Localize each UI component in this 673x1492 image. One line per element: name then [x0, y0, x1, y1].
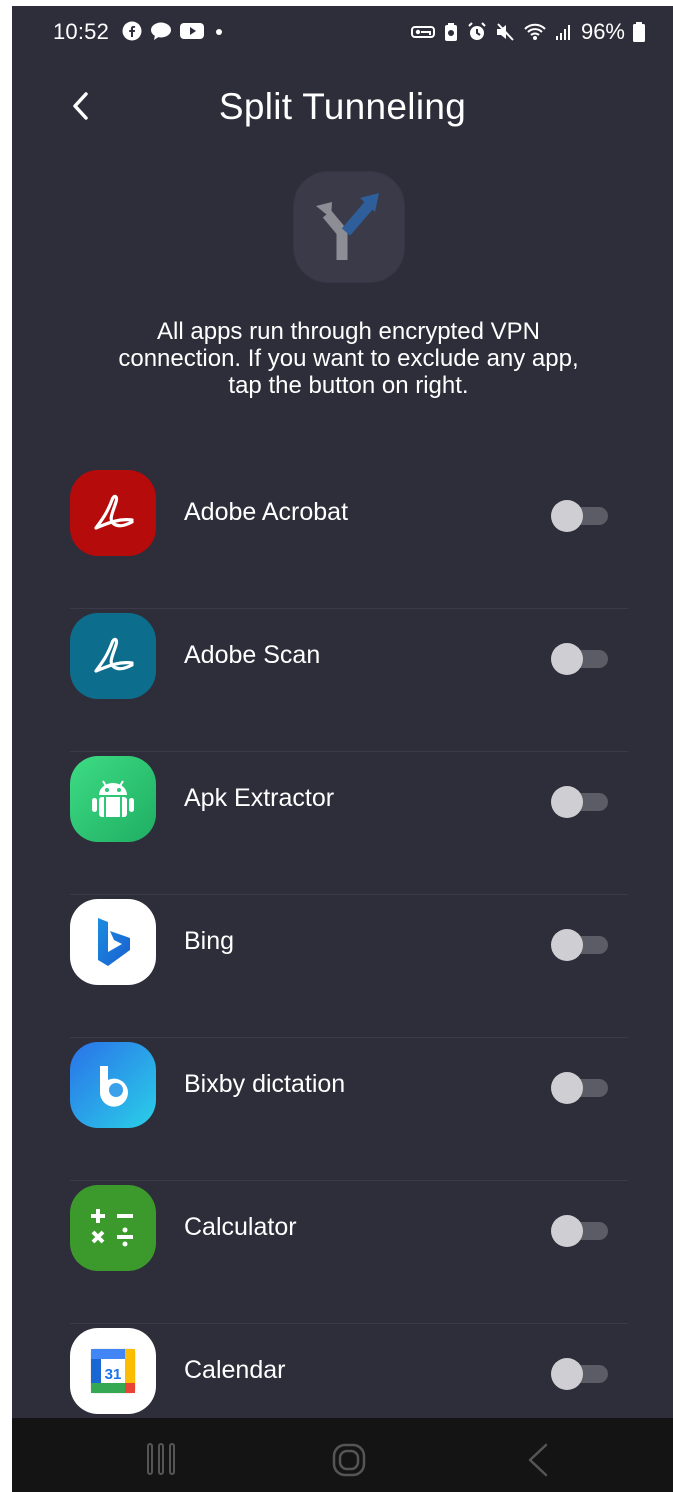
chat-icon — [151, 22, 171, 40]
notification-icons — [122, 21, 226, 41]
system-status: 96% — [410, 19, 645, 45]
calendar-icon: 31 — [70, 1328, 156, 1414]
exclude-toggle[interactable] — [551, 1215, 609, 1247]
wifi-icon — [524, 23, 546, 40]
adobe-acrobat-icon — [70, 470, 156, 556]
calculator-icon — [70, 1185, 156, 1271]
exclude-toggle[interactable] — [551, 1072, 609, 1104]
battery-percent: 96% — [580, 19, 625, 44]
app-name: Adobe Scan — [184, 641, 321, 669]
list-item: Adobe Scan — [12, 609, 673, 752]
app-name: Adobe Acrobat — [184, 498, 349, 526]
calendar-day-label: 31 — [105, 1366, 122, 1383]
page-title: Split Tunneling — [218, 86, 467, 127]
exclude-toggle[interactable] — [551, 500, 609, 532]
split-arrow-icon — [316, 193, 379, 260]
list-item: Calculator — [12, 1181, 673, 1324]
alarm-icon — [468, 22, 486, 40]
youtube-icon — [180, 23, 204, 39]
recent-apps-icon[interactable] — [145, 1442, 177, 1476]
battery-icon — [633, 22, 645, 42]
dot-icon — [216, 29, 222, 35]
app-name: Calendar — [184, 1356, 286, 1384]
apk-extractor-icon — [70, 756, 156, 842]
navigation-bar — [12, 1418, 673, 1492]
signal-icon — [555, 25, 570, 40]
list-item: Bing — [12, 895, 673, 1038]
app-name: Apk Extractor — [184, 784, 335, 812]
hero-tile — [294, 172, 404, 282]
vpn-key-icon — [410, 26, 435, 38]
status-bar: 10:52 96% — [12, 6, 673, 58]
app-name: Calculator — [184, 1213, 297, 1241]
mute-icon — [496, 23, 514, 41]
list-item: Adobe Acrobat — [12, 466, 673, 609]
adobe-scan-icon — [70, 613, 156, 699]
app-name: Bixby dictation — [184, 1070, 346, 1098]
app-list: Adobe Acrobat Adobe Scan Apk Extractor B… — [12, 466, 673, 1467]
exclude-toggle[interactable] — [551, 786, 609, 818]
status-time: 10:52 — [53, 19, 110, 44]
app-name: Bing — [184, 927, 235, 955]
list-item: Bixby dictation — [12, 1038, 673, 1181]
exclude-toggle[interactable] — [551, 643, 609, 675]
bixby-dictation-icon — [70, 1042, 156, 1128]
exclude-toggle[interactable] — [551, 1358, 609, 1390]
home-icon[interactable] — [331, 1442, 367, 1478]
list-item: Apk Extractor — [12, 752, 673, 895]
bing-icon — [70, 899, 156, 985]
exclude-toggle[interactable] — [551, 929, 609, 961]
back-nav-icon[interactable] — [524, 1442, 552, 1478]
facebook-icon — [122, 21, 142, 41]
battery-saver-icon — [444, 23, 457, 41]
phone-screen: 10:52 96% Split Tunneling All apps run t… — [12, 6, 673, 1492]
description-text: All apps run through encrypted VPN conne… — [118, 318, 579, 399]
